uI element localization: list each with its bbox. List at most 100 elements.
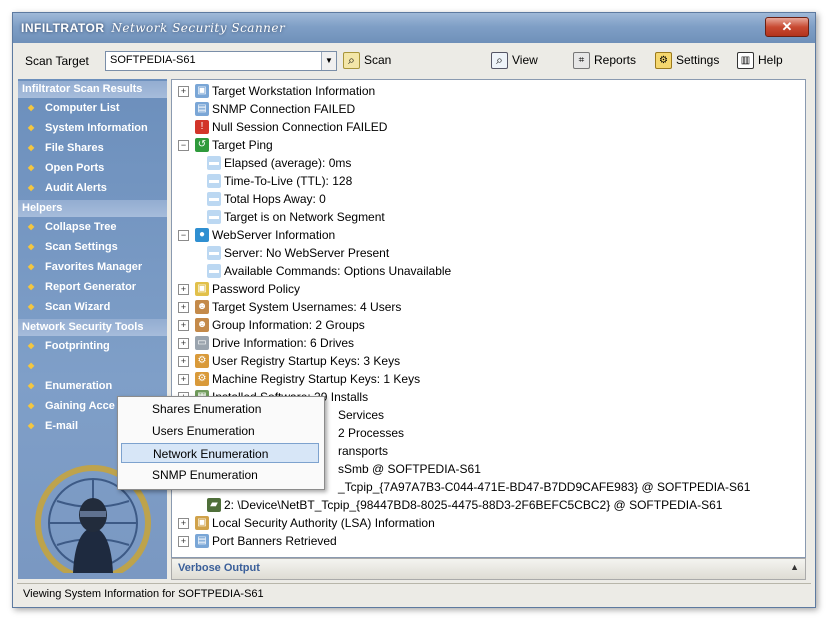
scan-target-combo[interactable]: SOFTPEDIA-S61 ▼	[105, 51, 337, 71]
tree-row[interactable]: ▰ 2: \Device\NetBT_Tcpip_{98447BD8-8025-4…	[198, 496, 722, 514]
sidebar-item-favorites-manager[interactable]: Favorites Manager	[18, 257, 167, 277]
context-menu-item-shares-enumeration[interactable]: Shares Enumeration	[121, 399, 319, 419]
context-menu-item-snmp-enumeration[interactable]: SNMP Enumeration	[121, 465, 319, 485]
tree-row[interactable]: ▬ Time-To-Live (TTL): 128	[198, 172, 352, 190]
message-icon: ▬	[207, 246, 221, 260]
tree-row[interactable]: + ▣ Local Security Authority (LSA) Informa…	[178, 514, 435, 532]
tree-row[interactable]: + ▤ Port Banners Retrieved	[178, 532, 337, 550]
tree-row[interactable]: + ☻ Target System Usernames: 4 Users	[178, 298, 401, 316]
sidebar-item-scan-wizard[interactable]: Scan Wizard	[18, 297, 167, 317]
error-icon: !	[195, 120, 209, 134]
tree-row-label: sSmb @ SOFTPEDIA-S61	[338, 462, 481, 476]
sidebar-item-computer-list[interactable]: Computer List	[18, 98, 167, 118]
computer-icon: ▣	[195, 84, 209, 98]
settings-label: Settings	[676, 53, 720, 67]
context-menu-item-network-enumeration[interactable]: Network Enumeration	[121, 443, 319, 463]
sidebar-item-open-ports[interactable]: Open Ports	[18, 158, 167, 178]
expand-icon[interactable]: +	[178, 283, 189, 295]
tree-row[interactable]: ▬ Available Commands: Options Unavailable	[198, 262, 451, 280]
tree-row[interactable]: ▬ Elapsed (average): 0ms	[198, 154, 351, 172]
tree-row-label: Time-To-Live (TTL): 128	[224, 174, 353, 188]
tree-row[interactable]: ▤ SNMP Connection FAILED	[178, 100, 355, 118]
tree-row-label: Target Workstation Information	[212, 84, 376, 98]
message-icon: ▬	[207, 156, 221, 170]
tree-row[interactable]: + ▣ Target Workstation Information	[178, 82, 375, 100]
context-menu-item-users-enumeration[interactable]: Users Enumeration	[121, 421, 319, 441]
expand-icon[interactable]: +	[178, 355, 189, 367]
sidebar-item-collapse-tree[interactable]: Collapse Tree	[18, 217, 167, 237]
report-icon: ⌗	[573, 51, 590, 69]
tree-row[interactable]: + ⚙ User Registry Startup Keys: 3 Keys	[178, 352, 400, 370]
lock-icon: ▣	[195, 282, 209, 296]
close-button[interactable]: ✕	[765, 17, 809, 37]
tree-row[interactable]: + ⚙ Machine Registry Startup Keys: 1 Keys	[178, 370, 420, 388]
expand-icon[interactable]: +	[178, 337, 189, 349]
tree-row[interactable]: +⚙Services	[338, 406, 384, 424]
tree-row[interactable]: ▬ Target is on Network Segment	[198, 208, 385, 226]
help-button[interactable]: ▥ Help	[737, 50, 783, 70]
tree-row[interactable]: +▤2 Processes	[338, 424, 404, 442]
tree-row-label: Total Hops Away: 0	[224, 192, 326, 206]
expand-icon[interactable]: +	[178, 373, 189, 385]
sidebar-item-audit-alerts[interactable]: Audit Alerts	[18, 178, 167, 198]
tree-row-label: Port Banners Retrieved	[212, 534, 337, 548]
tree-row-label: 2: \Device\NetBT_Tcpip_{98447BD8-8025-44…	[224, 498, 723, 512]
expand-icon[interactable]: +	[178, 301, 189, 313]
tree-row-label: Machine Registry Startup Keys: 1 Keys	[212, 372, 421, 386]
tree-row[interactable]: − ● WebServer Information	[178, 226, 335, 244]
sidebar-section-header: Infiltrator Scan Results	[18, 81, 167, 98]
reports-button[interactable]: ⌗ Reports	[573, 50, 636, 70]
port-icon: ▤	[195, 534, 209, 548]
tree-row-label: Local Security Authority (LSA) Informati…	[212, 516, 435, 530]
scan-button[interactable]: ⌕ Scan	[343, 50, 391, 70]
tree-row[interactable]: + ▭ Drive Information: 6 Drives	[178, 334, 354, 352]
reports-label: Reports	[594, 53, 637, 67]
tree-row[interactable]: ▬ Server: No WebServer Present	[198, 244, 389, 262]
tree-row[interactable]: ! Null Session Connection FAILED	[178, 118, 387, 136]
sidebar-item-scan-settings[interactable]: Scan Settings	[18, 237, 167, 257]
tree-row-label: Server: No WebServer Present	[224, 246, 390, 260]
sidebar-section-header: Helpers	[18, 200, 167, 217]
tree-row[interactable]: ▰_Tcpip_{7A97A7B3-C044-471E-BD47-B7DD9CA…	[338, 478, 750, 496]
sidebar-item-footprinting[interactable]: Footprinting	[18, 336, 167, 356]
sidebar-item-enumeration[interactable]: Enumeration	[18, 376, 167, 396]
tree-row[interactable]: + ▣ Password Policy	[178, 280, 300, 298]
settings-button[interactable]: ⚙ Settings	[655, 50, 719, 70]
tree-row-label: Drive Information: 6 Drives	[212, 336, 355, 350]
message-icon: ▬	[207, 264, 221, 278]
help-label: Help	[758, 53, 783, 67]
registry-icon: ⚙	[195, 354, 209, 368]
expand-icon[interactable]: +	[178, 535, 189, 547]
tree-row[interactable]: ▬ Total Hops Away: 0	[198, 190, 326, 208]
collapse-icon[interactable]: −	[178, 139, 189, 151]
collapse-icon[interactable]: −	[178, 229, 189, 241]
tree-row-label: User Registry Startup Keys: 3 Keys	[212, 354, 401, 368]
sidebar-item-file-shares[interactable]: File Shares	[18, 138, 167, 158]
sidebar-item-report-generator[interactable]: Report Generator	[18, 277, 167, 297]
expand-icon[interactable]: +	[178, 517, 189, 529]
tree-row-label: ransports	[338, 444, 389, 458]
tree-row-label: Services	[338, 408, 385, 422]
view-button[interactable]: ⌕ View	[491, 50, 538, 70]
registry-icon: ⚙	[195, 372, 209, 386]
verbose-output-bar[interactable]: Verbose Output ▲	[171, 558, 806, 580]
title-brand: INFILTRATOR	[21, 21, 105, 35]
sidebar-item-blank[interactable]	[18, 356, 167, 376]
tree-row[interactable]: − ↺ Target Ping	[178, 136, 273, 154]
sidebar-item-system-information[interactable]: System Information	[18, 118, 167, 138]
expand-icon[interactable]: +	[178, 319, 189, 331]
tree-row[interactable]: ▰sSmb @ SOFTPEDIA-S61	[338, 460, 481, 478]
tree-row-label: Group Information: 2 Groups	[212, 318, 365, 332]
context-menu: Shares Enumeration Users Enumeration Netwo…	[117, 396, 325, 490]
verbose-output-label: Verbose Output	[178, 562, 260, 574]
user-icon: ☻	[195, 300, 209, 314]
group-icon: ☻	[195, 318, 209, 332]
tree-row[interactable]: −⇄ransports	[338, 442, 388, 460]
title-bar[interactable]: INFILTRATOR Network Security Scanner ✕	[13, 13, 815, 43]
tree-row[interactable]: + ☻ Group Information: 2 Groups	[178, 316, 365, 334]
chevron-down-icon[interactable]: ▼	[321, 52, 336, 70]
chevron-up-icon[interactable]: ▲	[790, 562, 799, 572]
expand-icon[interactable]: +	[178, 85, 189, 97]
tree-row-label: 2 Processes	[338, 426, 405, 440]
tree-row-label: Target System Usernames: 4 Users	[212, 300, 402, 314]
